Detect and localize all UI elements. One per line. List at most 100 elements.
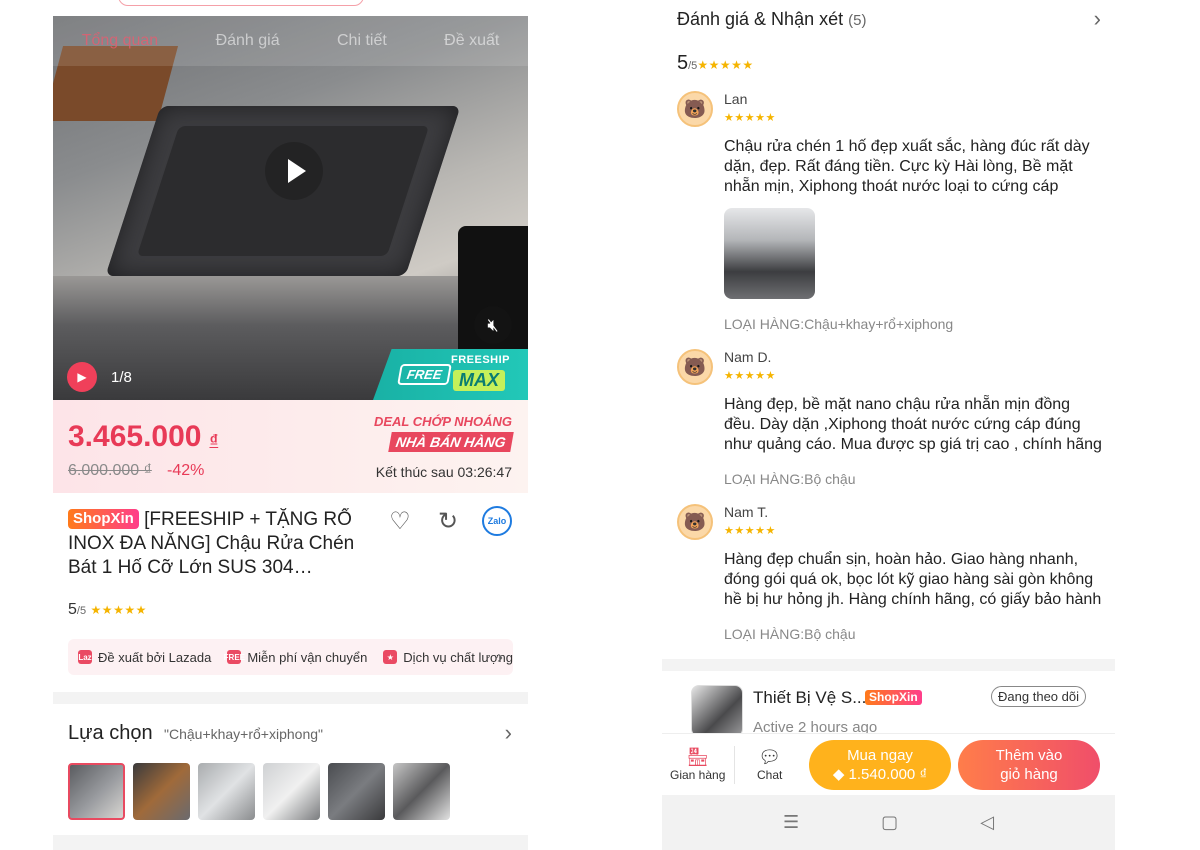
price-bar: 3.465.000 ₫ 6.000.000 ₫ -42% DEAL CHỚP NH… [53, 400, 528, 493]
service-label: Miễn phí vận chuyển [247, 649, 368, 665]
flash-deal-title: DEAL CHỚP NHOÁNG [373, 414, 512, 429]
quality-icon: ★ [383, 650, 398, 664]
back-icon[interactable]: ◁ [980, 812, 994, 833]
shop-info[interactable]: Thiết Bị Vệ S... ShopXin Active 2 hours … [662, 671, 1115, 737]
add-to-cart-label-1: Thêm vào [995, 747, 1063, 764]
shopxin-badge: ShopXin [68, 509, 139, 529]
avatar: 🐻 [677, 504, 713, 540]
reviewer-name: Nam D. [724, 349, 772, 365]
review-stars: ★★★★★ [724, 370, 776, 382]
service-lazada: Laz Đề xuất bởi Lazada [78, 650, 211, 665]
reviewer-name: Lan [724, 91, 748, 107]
store-label: Gian hàng [670, 768, 726, 782]
service-label: Đề xuất bởi Lazada [98, 649, 212, 665]
chevron-right-icon[interactable]: › [505, 720, 512, 746]
product-panel: Tổng quan Đánh giá Chi tiết Đề xuất 🔇︎ ▶… [53, 0, 528, 850]
service-strip[interactable]: Laz Đề xuất bởi Lazada FREE Miễn phí vận c… [68, 639, 513, 675]
variant-selected: "Chậu+khay+rổ+xiphong" [164, 726, 323, 742]
product-media[interactable]: Tổng quan Đánh giá Chi tiết Đề xuất 🔇︎ ▶… [53, 16, 528, 400]
shop-name[interactable]: Thiết Bị Vệ S... [753, 688, 866, 708]
tab-details[interactable]: Chi tiết [337, 32, 387, 50]
divider [734, 746, 735, 784]
shop-logo[interactable] [691, 685, 743, 737]
menu-icon[interactable]: ☰ [783, 812, 799, 833]
avatar: 🐻 [677, 349, 713, 385]
section-tabs: Tổng quan Đánh giá Chi tiết Đề xuất [53, 32, 528, 50]
price-currency: ₫ [209, 431, 219, 450]
overall-score: 5 [677, 52, 689, 74]
review-text: Chậu rửa chén 1 hố đẹp xuất sắc, hàng đú… [724, 138, 1090, 195]
system-nav-bar: ☰ ▢ ◁ [662, 795, 1115, 850]
overall-stars: ★★★★★ [697, 58, 754, 72]
product-actions: ♡ ↻ Zalo [386, 506, 512, 536]
freeship-max-label: MAX [453, 370, 505, 391]
freeship-free-label: FREE [397, 364, 452, 385]
variant-thumb[interactable] [328, 763, 385, 820]
buy-now-button[interactable]: Mua ngay ◆ 1.540.000 ₫ [809, 740, 951, 790]
add-to-cart-button[interactable]: Thêm vào giỏ hàng [958, 740, 1100, 790]
review-variant: LOẠI HÀNG:Bộ chậu [724, 471, 856, 487]
variant-thumbnails [68, 763, 450, 820]
overall-rating: 5/5★★★★★ [677, 52, 754, 75]
section-divider [662, 659, 1115, 671]
tab-recommend[interactable]: Đề xuất [444, 32, 499, 50]
review-text: Hàng đẹp chuẩn sịn, hoàn hảo. Giao hàng … [724, 551, 1102, 608]
chat-icon: 💬︎ [758, 747, 782, 767]
variant-thumb[interactable] [133, 763, 190, 820]
service-quality: ★ Dịch vụ chất lượng [383, 650, 513, 665]
share-icon[interactable]: ↻ [434, 507, 462, 535]
overall-max: /5 [688, 60, 698, 72]
variant-thumb[interactable] [393, 763, 450, 820]
section-divider [53, 835, 528, 850]
free-shipping-icon: FREE [224, 650, 245, 664]
action-bar: 🏪︎ Gian hàng 💬︎ Chat Mua ngay ◆ 1.540.00… [662, 733, 1115, 795]
product-rating[interactable]: 5/5 ★★★★★ [68, 601, 147, 619]
old-price: 6.000.000 ₫ [68, 462, 152, 479]
tab-overview[interactable]: Tổng quan [82, 32, 159, 50]
price-value: 3.465.000 [68, 420, 202, 453]
product-title: ShopXin [FREESHIP + TẶNG RỔ INOX ĐA NĂNG… [68, 508, 373, 580]
variant-title: Lựa chọn [68, 722, 153, 744]
play-icon[interactable] [265, 142, 323, 200]
store-button[interactable]: 🏪︎ Gian hàng [670, 746, 725, 782]
chat-label: Chat [757, 768, 783, 782]
chevron-right-icon[interactable]: › [497, 647, 503, 668]
section-divider [53, 692, 528, 704]
mute-icon[interactable]: 🔇︎ [474, 306, 512, 344]
reviews-header[interactable]: Đánh giá & Nhận xét (5) [677, 9, 866, 30]
rating-stars: ★★★★★ [90, 603, 147, 617]
review-item: 🐻 Nam D. ★★★★★ Hàng đẹp, bề mặt nano chậ… [677, 349, 1102, 499]
search-bar-edge[interactable] [118, 0, 364, 6]
review-stars: ★★★★★ [724, 112, 776, 124]
chevron-right-icon[interactable]: › [1094, 6, 1101, 32]
review-variant: LOẠI HÀNG:Chậu+khay+rổ+xiphong [724, 316, 954, 332]
zalo-share-icon[interactable]: Zalo [482, 506, 512, 536]
buy-now-price: ◆ 1.540.000 ₫ [832, 766, 928, 783]
variant-thumb[interactable] [198, 763, 255, 820]
heart-icon[interactable]: ♡ [386, 507, 414, 535]
home-icon[interactable]: ▢ [881, 812, 898, 833]
review-item: 🐻 Lan ★★★★★ Chậu rửa chén 1 hố đẹp xuất … [677, 91, 1102, 341]
video-icon[interactable]: ▶ [67, 362, 97, 392]
tab-reviews[interactable]: Đánh giá [216, 32, 280, 50]
shopxin-badge: ShopXin [865, 690, 922, 705]
follow-button[interactable]: Đang theo dõi [991, 686, 1086, 707]
buy-now-label: Mua ngay [847, 747, 913, 764]
review-variant: LOẠI HÀNG:Bộ chậu [724, 626, 856, 642]
chat-button[interactable]: 💬︎ Chat [757, 746, 782, 782]
variant-thumb[interactable] [263, 763, 320, 820]
lazada-icon: Laz [78, 650, 92, 664]
current-price: 3.465.000 ₫ [68, 420, 218, 454]
avatar: 🐻 [677, 91, 713, 127]
reviewer-name: Nam T. [724, 504, 769, 520]
review-photo[interactable] [724, 208, 815, 299]
media-count: 1/8 [111, 368, 132, 386]
flash-deal-subtitle: NHÀ BÁN HÀNG [388, 432, 514, 452]
reviews-count: (5) [848, 12, 867, 29]
reviews-title: Đánh giá & Nhận xét [677, 9, 844, 29]
variant-thumb[interactable] [68, 763, 125, 820]
review-item: 🐻 Nam T. ★★★★★ Hàng đẹp chuẩn sịn, hoàn … [677, 504, 1102, 654]
deal-countdown: Kết thúc sau 03:26:47 [375, 464, 512, 480]
freeship-max-badge: FREE FREESHIP MAX [373, 349, 528, 400]
review-stars: ★★★★★ [724, 525, 776, 537]
